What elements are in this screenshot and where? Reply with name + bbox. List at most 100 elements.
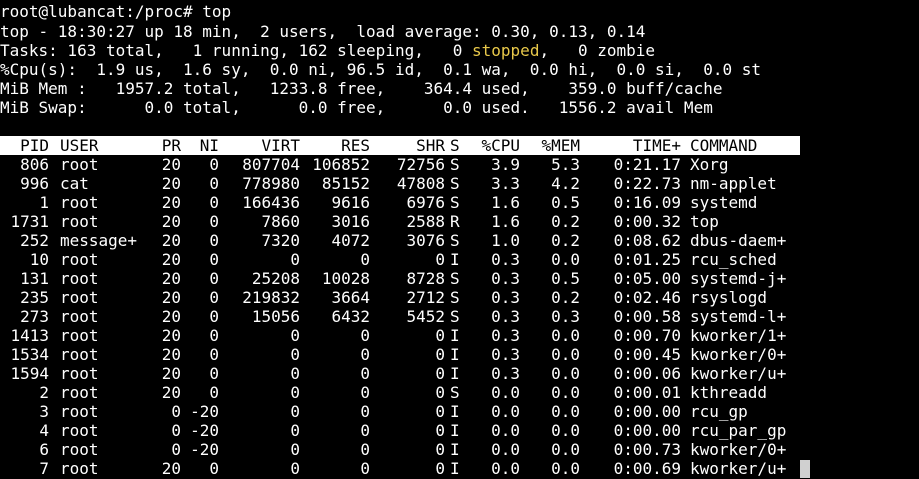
process-command: rsyslogd [690,288,768,307]
process-res: 0 [360,250,370,269]
header-user[interactable]: USER [60,136,148,155]
process-nice: 0 [209,326,219,345]
process-shr: 2712 [406,288,445,307]
process-user: root [60,250,99,269]
process-cpu: 0.3 [491,307,520,326]
header-time[interactable]: TIME+ [580,136,681,155]
process-state: S [450,193,460,212]
uptime-load-line: top - 18:30:27 up 18 min, 2 users, load … [0,22,646,41]
process-user: root [60,269,99,288]
process-row[interactable]: 7 root 20 0 0 0 0 I 0.0 0.0 0:00.69 kworker/u+ [0,459,800,478]
process-row[interactable]: 996 cat 20 0 778980 85152 47808 S 3.3 4.2 0:22.73 n… [0,174,800,193]
header-shr[interactable]: SHR [370,136,445,155]
process-nice: 0 [209,345,219,364]
process-pid: 131 [20,269,49,288]
process-user: root [60,155,99,174]
process-time: 0:08.62 [613,231,681,250]
process-row[interactable]: 1 root 20 0 166436 9616 6976 S 1.6 0.5 0:16.09 syst… [0,193,800,212]
process-row[interactable]: 131 root 20 0 25208 10028 8728 S 0.3 0.5 0:05.00 sy… [0,269,800,288]
process-res: 85152 [321,174,370,193]
process-pid: 1534 [10,345,49,364]
process-priority: 20 [161,307,181,326]
process-mem: 0.2 [551,288,580,307]
process-time: 0:01.25 [613,250,681,269]
process-row[interactable]: 4 root 0 -20 0 0 0 I 0.0 0.0 0:00.00 rcu_par_gp [0,421,800,440]
header-mem[interactable]: %MEM [520,136,580,155]
process-res: 0 [360,345,370,364]
process-row[interactable]: 6 root 0 -20 0 0 0 I 0.0 0.0 0:00.73 kworker/0+ [0,440,800,459]
header-pr[interactable]: PR [140,136,181,155]
process-mem: 0.0 [551,364,580,383]
process-mem: 4.2 [551,174,580,193]
process-shr: 0 [435,250,445,269]
process-row[interactable]: 10 root 20 0 0 0 0 I 0.3 0.0 0:01.25 rcu_sched [0,250,800,269]
process-priority: 20 [161,193,181,212]
header-command[interactable]: COMMAND [690,136,800,155]
process-row[interactable]: 235 root 20 0 219832 3664 2712 S 0.3 0.2 0:02.46 rs… [0,288,800,307]
process-cpu: 0.0 [491,440,520,459]
process-res: 10028 [321,269,370,288]
process-res: 0 [360,440,370,459]
process-virt: 0 [290,440,300,459]
header-virt[interactable]: VIRT [222,136,300,155]
process-user: root [60,212,99,231]
process-row[interactable]: 252 message+ 20 0 7320 4072 3076 S 1.0 0.2 0:08.62… [0,231,800,250]
process-user: root [60,288,99,307]
header-state[interactable]: S [450,136,462,155]
process-time: 0:00.70 [613,326,681,345]
process-user: root [60,459,99,478]
process-row[interactable]: 1731 root 20 0 7860 3016 2588 R 1.6 0.2 0:00.32 top [0,212,800,231]
process-cpu: 0.3 [491,326,520,345]
process-row[interactable]: 2 root 20 0 0 0 0 S 0.0 0.0 0:00.01 kthreadd [0,383,800,402]
process-nice: 0 [209,459,219,478]
process-state: I [450,421,460,440]
process-time: 0:05.00 [613,269,681,288]
process-mem: 0.0 [551,459,580,478]
header-pid[interactable]: PID [0,136,49,155]
process-pid: 3 [39,402,49,421]
process-cpu: 3.3 [491,174,520,193]
process-virt: 0 [290,402,300,421]
process-cpu: 0.3 [491,288,520,307]
process-time: 0:00.01 [613,383,681,402]
process-user: root [60,402,99,421]
process-command: dbus-daem+ [690,231,787,250]
process-cpu: 3.9 [491,155,520,174]
terminal-window[interactable]: root@lubancat:/proc# top top - 18:30:27 … [0,0,919,479]
process-shr: 6976 [406,193,445,212]
process-row[interactable]: 1534 root 20 0 0 0 0 I 0.3 0.0 0:00.45 kworker/0+ [0,345,800,364]
process-nice: 0 [209,364,219,383]
process-command: rcu_sched [690,250,777,269]
header-ni[interactable]: NI [184,136,219,155]
process-mem: 0.5 [551,269,580,288]
process-cpu: 0.3 [491,250,520,269]
process-time: 0:00.45 [613,345,681,364]
process-command: nm-applet [690,174,777,193]
process-shr: 0 [435,383,445,402]
process-nice: 0 [209,307,219,326]
process-row[interactable]: 3 root 0 -20 0 0 0 I 0.0 0.0 0:00.00 rcu_gp [0,402,800,421]
process-mem: 5.3 [551,155,580,174]
process-state: I [450,459,460,478]
process-row[interactable]: 1594 root 20 0 0 0 0 I 0.3 0.0 0:00.06 kworker/u+ [0,364,800,383]
process-nice: 0 [209,212,219,231]
process-res: 0 [360,459,370,478]
process-virt: 25208 [251,269,300,288]
process-virt: 0 [290,383,300,402]
process-row[interactable]: 806 root 20 0 807704 106852 72756 S 3.9 5.3 0:21.1… [0,155,800,174]
process-cpu: 1.6 [491,212,520,231]
process-row[interactable]: 273 root 20 0 15056 6432 5452 S 0.3 0.3 0:00.58 sys… [0,307,800,326]
process-shr: 0 [435,345,445,364]
process-state: I [450,364,460,383]
process-row[interactable]: 1413 root 20 0 0 0 0 I 0.3 0.0 0:00.70 kworker/1+ [0,326,800,345]
header-cpu[interactable]: %CPU [462,136,520,155]
header-res[interactable]: RES [300,136,370,155]
process-command: kworker/1+ [690,326,787,345]
process-nice: -20 [190,440,219,459]
process-state: I [450,440,460,459]
process-user: root [60,193,99,212]
process-shr: 0 [435,421,445,440]
process-pid: 4 [39,421,49,440]
process-shr: 2588 [406,212,445,231]
process-cpu: 0.0 [491,402,520,421]
